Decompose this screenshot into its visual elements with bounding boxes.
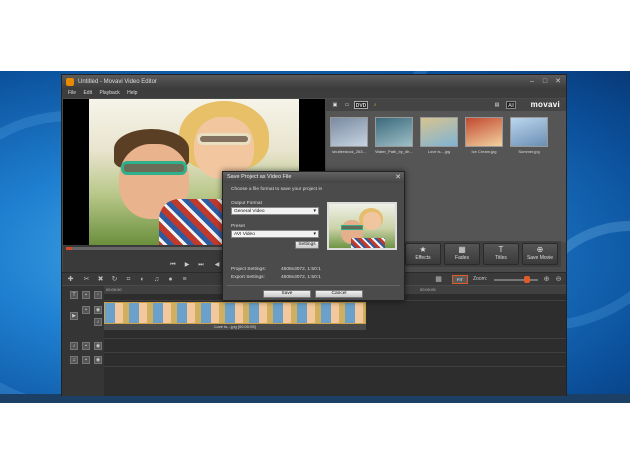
crop-icon[interactable]: ⌗ (124, 275, 133, 284)
chevron-down-icon: ▾ (313, 208, 316, 214)
mute-icon[interactable]: ▫ (94, 291, 102, 299)
dialog-close-icon[interactable]: ✕ (395, 173, 401, 182)
previous-frame-icon[interactable]: ⏮ (169, 261, 177, 269)
window-title: Untitled - Movavi Video Editor (78, 79, 157, 85)
play-icon[interactable]: ▶ (183, 261, 191, 269)
zoom-in-icon[interactable]: ⊕ (542, 275, 551, 284)
film-icon: ▦ (458, 245, 466, 254)
tab-save-movie[interactable]: ⊕ Save Movie (522, 243, 558, 265)
track-headers: T ▪ ▫ ▶ ▪ ◉ ♪ ♪ ▪ ◉ ♫ ▪ ◉ (62, 286, 104, 396)
export-settings-value: 4608x3072, 1:50:1 (281, 275, 321, 280)
clip-label: Love is....jpg [00:00:05] (104, 324, 366, 330)
title-bar: Untitled - Movavi Video Editor – □ ✕ (62, 75, 566, 89)
zoom-slider[interactable] (494, 279, 538, 281)
next-frame-icon[interactable]: ⏭ (197, 261, 205, 269)
tab-titles[interactable]: T Titles (483, 243, 519, 265)
save-button[interactable]: Save (263, 290, 311, 298)
output-format-select[interactable]: General Video ▾ (231, 207, 319, 215)
media-thumbnail-caption: Ice Cream.jpg (471, 149, 497, 154)
view-icon[interactable]: ▤ (492, 101, 502, 109)
ruler-mark: 00:00:05 (420, 287, 436, 292)
menu-bar: File Edit Playback Help (62, 89, 566, 98)
audio-mute-icon[interactable]: ◉ (94, 342, 102, 350)
dialog-instruction: Choose a file format to save your projec… (231, 187, 323, 192)
menu-file[interactable]: File (68, 89, 76, 98)
title-track-icon: T (70, 291, 78, 299)
zoom-slider-handle[interactable] (524, 276, 530, 283)
media-thumbnail-caption: shutterstock_263... (332, 149, 366, 154)
menu-help[interactable]: Help (127, 89, 137, 98)
storyboard-icon[interactable]: ▦ (434, 275, 443, 284)
add-icon[interactable]: ✚ (66, 275, 75, 284)
menu-playback[interactable]: Playback (99, 89, 119, 98)
properties-icon[interactable]: ≡ (180, 275, 189, 284)
fit-button[interactable]: FIT (452, 275, 468, 284)
media-thumbnail[interactable] (375, 117, 413, 147)
minimize-button[interactable]: – (526, 77, 538, 86)
dvd-button[interactable]: DVD (354, 101, 368, 109)
audio-icon[interactable]: ♫ (152, 275, 161, 284)
music-lock-icon[interactable]: ▪ (82, 356, 90, 364)
media-thumbnail-caption: Water_Path_by_dh... (375, 149, 413, 154)
movavi-logo: movavi (530, 100, 560, 109)
media-thumbnail[interactable] (465, 117, 503, 147)
close-button[interactable]: ✕ (552, 77, 564, 86)
video-visibility-icon[interactable]: ◉ (94, 306, 102, 314)
timeline: 00:00:00 00:00:05 Love is....jpg [00:00:… (104, 286, 566, 396)
menu-edit[interactable]: Edit (83, 89, 92, 98)
star-icon: ★ (419, 245, 427, 254)
rotate-icon[interactable]: ↻ (110, 275, 119, 284)
adjust-icon[interactable]: ◐ (138, 275, 147, 284)
app-icon (66, 78, 74, 86)
lock-icon[interactable]: ▪ (82, 291, 90, 299)
folder-icon[interactable]: ▭ (342, 101, 352, 109)
music-icon[interactable]: ♪ (370, 101, 380, 109)
screenshot: Untitled - Movavi Video Editor – □ ✕ Fil… (0, 0, 630, 473)
preset-select[interactable]: AVI Video ▾ (231, 230, 319, 238)
preset-label: Preset (231, 224, 245, 229)
audio-lock-icon[interactable]: ▪ (82, 342, 90, 350)
cut-icon[interactable]: ✂ (82, 275, 91, 284)
save-icon: ⊕ (536, 245, 544, 254)
chevron-down-icon: ▾ (313, 231, 316, 237)
save-dialog: Save Project as Video File ✕ Choose a fi… (222, 171, 405, 301)
project-settings-value: 4608x3072, 1:50:1 (281, 267, 321, 272)
tool-tabs: ★ Effects ▦ Fades T Titles ⊕ Save Movie (402, 241, 561, 267)
t-icon: T (498, 245, 504, 254)
media-thumbnail[interactable] (330, 117, 368, 147)
maximize-button[interactable]: □ (539, 77, 551, 86)
project-settings-label: Project Settings: (231, 267, 266, 272)
zoom-label: Zoom: (473, 276, 488, 282)
music-track-icon: ♫ (70, 356, 78, 364)
video-import-icon[interactable]: ▣ (330, 101, 340, 109)
settings-button[interactable]: Settings (295, 241, 319, 249)
music-mute-icon[interactable]: ◉ (94, 356, 102, 364)
ruler-start: 00:00:00 (106, 287, 122, 292)
media-toolbar: ▣ ▭ DVD ♪ ▤ All movavi (326, 99, 566, 111)
media-thumbnail-caption: Summer.jpg (518, 149, 540, 154)
video-lock-icon[interactable]: ▪ (82, 306, 90, 314)
dialog-title-bar: Save Project as Video File ✕ (223, 172, 404, 183)
record-icon[interactable]: ● (166, 275, 175, 284)
video-track-icon: ▶ (70, 312, 78, 320)
dialog-preview-thumbnail (327, 202, 397, 250)
tab-fades[interactable]: ▦ Fades (444, 243, 480, 265)
tab-effects[interactable]: ★ Effects (405, 243, 441, 265)
video-audio-icon[interactable]: ♪ (94, 318, 102, 326)
dialog-title: Save Project as Video File (227, 174, 292, 180)
cancel-button[interactable]: Cancel (315, 290, 363, 298)
filter-all[interactable]: All (506, 101, 516, 109)
media-thumbnail[interactable] (510, 117, 548, 147)
media-thumbnail-caption: Love is....jpg (427, 149, 451, 154)
video-clip[interactable] (104, 302, 366, 324)
media-thumbnail[interactable] (420, 117, 458, 147)
volume-icon[interactable]: ◀ (213, 261, 221, 269)
audio-track-icon: ♪ (70, 342, 78, 350)
export-settings-label: Export Settings: (231, 275, 265, 280)
output-format-label: Output Format (231, 201, 262, 206)
zoom-out-icon[interactable]: ⊖ (554, 275, 563, 284)
delete-icon[interactable]: ✖ (96, 275, 105, 284)
